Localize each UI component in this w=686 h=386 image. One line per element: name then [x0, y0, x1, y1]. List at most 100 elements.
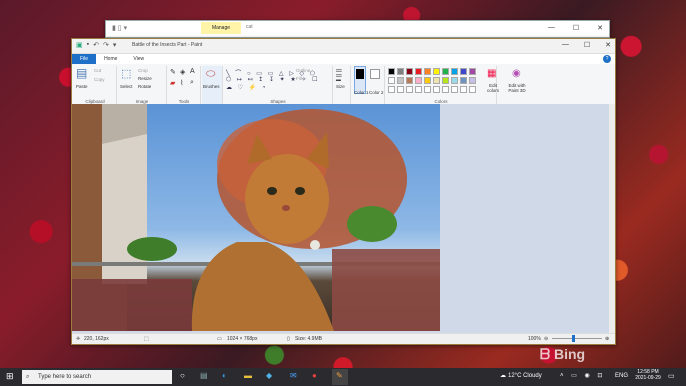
color-swatch[interactable]	[442, 77, 449, 84]
language-indicator[interactable]: ENG	[615, 373, 628, 379]
color-swatch[interactable]	[469, 77, 476, 84]
search-input[interactable]: ⌕ Type here to search	[22, 370, 172, 384]
color-swatch[interactable]	[406, 68, 413, 75]
copy-button[interactable]: Copy	[94, 77, 105, 82]
shapes-gallery-row3-icon[interactable]: ☁ ♡ ⚡ ◔	[226, 84, 267, 91]
custom-color-swatch[interactable]	[406, 86, 413, 93]
color-swatch[interactable]	[460, 68, 467, 75]
tab-view[interactable]: View	[125, 54, 152, 64]
start-windows-icon[interactable]: ⊞	[6, 371, 14, 382]
paint3d-icon[interactable]: ◉	[512, 68, 521, 79]
color-swatch[interactable]	[415, 77, 422, 84]
paint3d-group[interactable]: ◉ Edit with Paint 3D	[504, 66, 530, 104]
size-lines-icon[interactable]: ═ ═ ━	[336, 67, 342, 85]
custom-color-swatch[interactable]	[460, 86, 467, 93]
color-swatch[interactable]	[469, 68, 476, 75]
custom-color-swatch[interactable]	[451, 86, 458, 93]
undo-icon[interactable]: ↶	[93, 41, 99, 49]
manage-tab[interactable]: Manage	[201, 22, 241, 34]
maximize-icon[interactable]: ☐	[573, 24, 579, 32]
outline-button[interactable]: Outline	[296, 68, 310, 73]
zoom-slider[interactable]	[552, 335, 602, 342]
opera-icon[interactable]: ●	[312, 371, 317, 380]
redo-icon[interactable]: ↷	[103, 41, 109, 49]
task-view-icon[interactable]: ○	[180, 371, 185, 380]
weather-text[interactable]: 12°C Cloudy	[508, 373, 542, 379]
custom-color-swatch[interactable]	[424, 86, 431, 93]
shapes-gallery-row2-icon[interactable]: ⬡ ↦ ↤ ↥ ↧ ✦ ★ ✧ ☐	[226, 76, 320, 83]
paint-taskbar-button[interactable]: ✎	[332, 369, 348, 385]
color-swatch[interactable]	[460, 77, 467, 84]
color-swatch[interactable]	[442, 68, 449, 75]
save-icon[interactable]: ▪	[87, 41, 89, 49]
color-picker-icon[interactable]: ⌇	[180, 79, 183, 87]
edit-colors-button[interactable]: Edit colors	[483, 83, 503, 93]
color2-swatch[interactable]	[370, 69, 380, 79]
edge-icon[interactable]: ◐	[222, 371, 227, 380]
custom-color-swatch[interactable]	[388, 86, 395, 93]
paste-icon[interactable]: ▤	[76, 66, 87, 80]
eraser-icon[interactable]: ▰	[170, 79, 175, 87]
color-swatch[interactable]	[415, 68, 422, 75]
system-tray-icons[interactable]: ˄ ▭ ◉ ⊡	[560, 372, 605, 379]
notification-icon[interactable]: ▭	[668, 372, 675, 380]
cat-photo[interactable]	[72, 104, 440, 331]
brush-icon[interactable]: ⬭	[206, 68, 215, 81]
mail-icon[interactable]: ✉	[290, 371, 297, 380]
tab-home[interactable]: Home	[96, 54, 125, 64]
tab-file[interactable]: File	[72, 54, 97, 64]
rotate-button[interactable]: Rotate	[138, 84, 151, 89]
size-group[interactable]: ═ ═ ━ Size	[334, 66, 351, 104]
close-button[interactable]: ✕	[605, 41, 611, 49]
store-icon[interactable]: ◆	[266, 371, 272, 380]
minimize-icon[interactable]: —	[548, 24, 555, 32]
close-icon[interactable]: ✕	[597, 24, 603, 32]
size-button[interactable]: Size	[336, 84, 345, 89]
color-swatch[interactable]	[406, 77, 413, 84]
fill-icon[interactable]: ◈	[180, 68, 185, 76]
color-swatch[interactable]	[451, 68, 458, 75]
canvas-area[interactable]	[72, 104, 609, 334]
pencil-icon[interactable]: ✎	[170, 68, 176, 76]
color-swatch[interactable]	[424, 68, 431, 75]
custom-color-swatch[interactable]	[415, 86, 422, 93]
edit-colors-icon[interactable]: ▦	[487, 68, 496, 79]
color-swatch[interactable]	[388, 77, 395, 84]
help-icon[interactable]: ?	[603, 55, 611, 63]
zoom-in-icon[interactable]: ⊕	[605, 336, 609, 342]
weather-icon[interactable]: ☁	[500, 372, 506, 379]
customize-chevron-down-icon[interactable]: ▾	[113, 41, 117, 49]
paste-button[interactable]: Paste	[76, 84, 88, 89]
zoom-slider-thumb[interactable]	[572, 335, 575, 342]
vertical-scrollbar[interactable]	[609, 104, 615, 334]
widgets-icon[interactable]: ▤	[200, 371, 208, 380]
magnifier-icon[interactable]: ⌕	[190, 79, 194, 87]
color-swatch[interactable]	[424, 77, 431, 84]
color-swatch[interactable]	[433, 77, 440, 84]
custom-color-swatch[interactable]	[397, 86, 404, 93]
brushes-button[interactable]: Brushes	[203, 84, 220, 89]
fill-button[interactable]: Fill	[296, 76, 302, 81]
custom-color-swatch[interactable]	[469, 86, 476, 93]
maximize-button[interactable]: ☐	[584, 41, 590, 49]
custom-color-swatch[interactable]	[433, 86, 440, 93]
zoom-out-icon[interactable]: ⊖	[544, 336, 548, 342]
crop-button[interactable]: Crop	[138, 68, 148, 73]
clock[interactable]: 12:58 PM 2021-09-29	[634, 369, 662, 381]
file-explorer-icon[interactable]: ▬	[244, 371, 252, 380]
edit-with-paint3d-button[interactable]: Edit with Paint 3D	[505, 83, 529, 93]
color-swatch[interactable]	[451, 77, 458, 84]
minimize-button[interactable]: —	[562, 41, 569, 49]
color-swatch[interactable]	[388, 68, 395, 75]
brushes-group[interactable]: ⬭ Brushes	[202, 66, 223, 104]
custom-color-swatch[interactable]	[442, 86, 449, 93]
select-icon[interactable]: ⬚	[121, 67, 131, 80]
color-swatch[interactable]	[433, 68, 440, 75]
edit-colors-group[interactable]: ▦ Edit colors	[482, 66, 504, 104]
select-button[interactable]: Select	[120, 84, 133, 89]
cut-button[interactable]: Cut	[94, 68, 101, 73]
color-swatch[interactable]	[397, 68, 404, 75]
text-icon[interactable]: A	[190, 68, 195, 75]
color-swatch[interactable]	[397, 77, 404, 84]
resize-button[interactable]: Resize	[138, 76, 152, 81]
